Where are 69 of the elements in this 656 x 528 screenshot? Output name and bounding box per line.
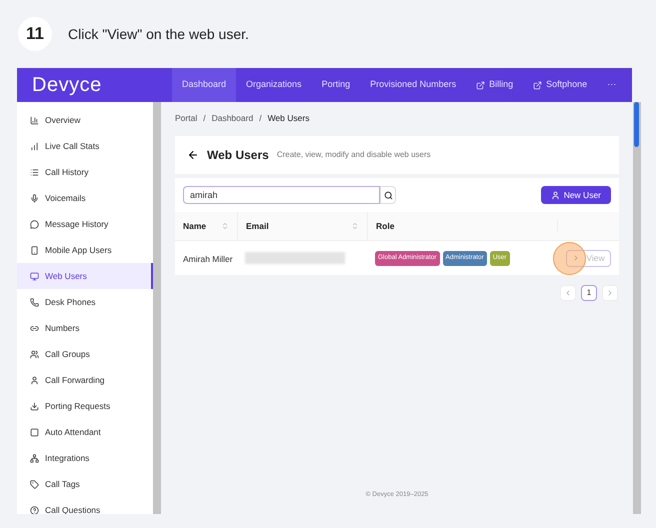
breadcrumb-separator: /	[202, 112, 207, 124]
chevron-left-icon	[564, 289, 572, 297]
search-field[interactable]: amirah	[183, 186, 380, 204]
menu-icon	[30, 350, 39, 358]
step-instruction: Click "View" on the web user.	[68, 24, 249, 44]
step-number: 11	[18, 17, 52, 51]
page-subtitle: Create, view, modify and disable web users	[276, 149, 431, 161]
sidebar-item[interactable]: Call Questions	[17, 497, 153, 514]
menu-icon	[30, 480, 39, 488]
sidebar-item[interactable]: Web Users	[17, 263, 153, 289]
sidebar-item[interactable]: Porting Requests	[17, 393, 153, 419]
sidebar-item[interactable]: Call Forwarding	[17, 367, 153, 393]
menu-icon	[30, 246, 39, 254]
next-page-button[interactable]	[602, 285, 618, 301]
sidebar-item[interactable]: Live Call Stats	[17, 133, 153, 159]
breadcrumb-link[interactable]: Dashboard	[212, 112, 254, 124]
logo: Devyce	[31, 73, 103, 98]
menu-icon	[30, 298, 39, 306]
menu-icon	[30, 168, 39, 176]
sidebar-item[interactable]: Voicemails	[17, 185, 153, 211]
sidebar-item[interactable]: Desk Phones	[17, 289, 153, 315]
nav-tab[interactable]: Dashboard	[172, 68, 236, 102]
sidebar-item[interactable]: Mobile App Users	[17, 237, 153, 263]
menu-icon	[30, 220, 39, 228]
menu-icon	[30, 506, 39, 514]
external-link-icon	[476, 80, 486, 90]
breadcrumb-link[interactable]: Portal	[175, 112, 198, 124]
click-highlight	[553, 242, 586, 274]
nav-tab[interactable]: Softphone	[523, 68, 598, 102]
menu-icon	[30, 428, 39, 436]
nav-tab[interactable]: Organizations	[236, 68, 312, 102]
nav-tab[interactable]: Provisioned Numbers	[360, 68, 466, 102]
menu-icon	[30, 402, 39, 410]
back-icon[interactable]	[187, 149, 199, 161]
sidebar-item[interactable]: Call Tags	[17, 471, 153, 497]
previous-page-button[interactable]	[560, 285, 576, 301]
breadcrumb-separator: /	[258, 112, 263, 124]
nav-tab[interactable]: ···	[597, 68, 626, 102]
chevron-right-icon	[606, 289, 614, 297]
table-cell: Amirah Miller	[183, 254, 233, 264]
sidebar-item[interactable]: Integrations	[17, 445, 153, 471]
column-header: Role	[367, 212, 557, 240]
sort-icon[interactable]	[351, 222, 359, 230]
menu-icon	[30, 324, 39, 332]
menu-icon	[30, 142, 39, 150]
search-icon	[384, 190, 392, 200]
menu-icon	[30, 376, 39, 384]
menu-icon	[30, 194, 39, 202]
sidebar-item[interactable]: Numbers	[17, 315, 153, 341]
menu-icon	[30, 454, 39, 462]
menu-icon	[30, 272, 39, 280]
sidebar-item[interactable]: Call Groups	[17, 341, 153, 367]
nav-tab[interactable]: Porting	[312, 68, 360, 102]
column-header[interactable]: Email	[237, 212, 367, 240]
sidebar-item[interactable]: Overview	[17, 107, 153, 133]
new-user-button[interactable]: New User	[540, 186, 611, 204]
breadcrumb-current: Web Users	[268, 112, 310, 124]
nav-tab[interactable]: Billing	[466, 68, 524, 102]
page-button[interactable]: 1	[581, 285, 597, 301]
sidebar-item[interactable]: Call History	[17, 159, 153, 185]
sort-icon[interactable]	[221, 222, 229, 230]
page-title: Web Users	[207, 147, 269, 164]
search-button[interactable]	[380, 186, 396, 204]
column-header[interactable]: Name	[175, 212, 237, 240]
sidebar-item[interactable]: Message History	[17, 211, 153, 237]
external-link-icon	[533, 80, 542, 90]
user-icon	[550, 190, 560, 200]
sidebar-item[interactable]: Auto Attendant	[17, 419, 153, 445]
menu-icon	[30, 116, 39, 124]
